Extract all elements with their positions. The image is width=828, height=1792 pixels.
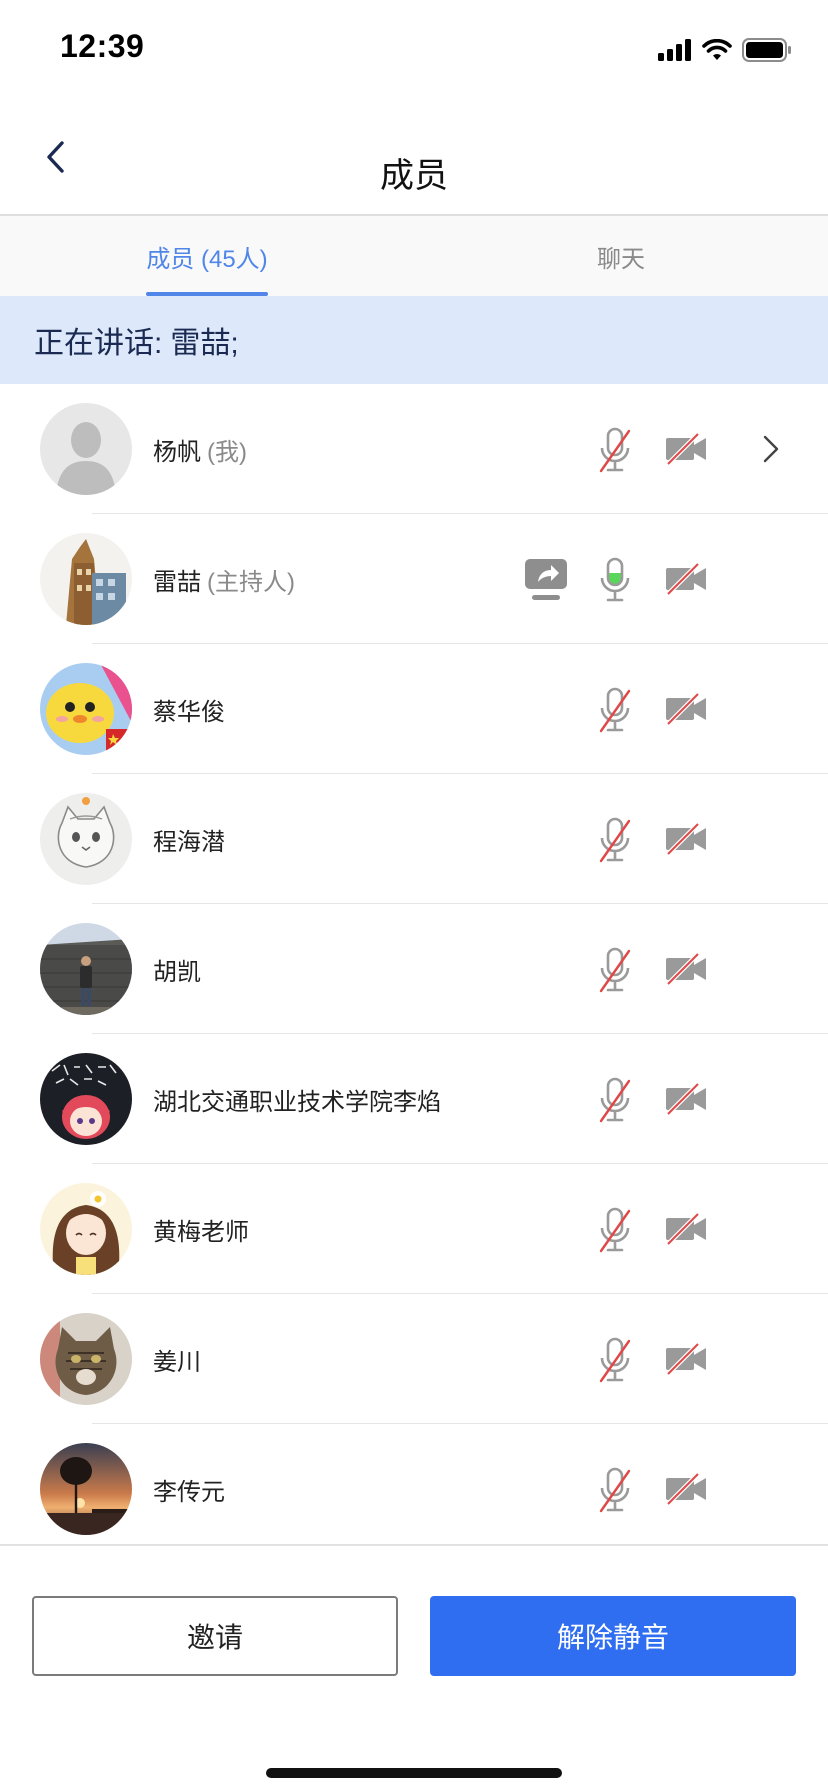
- member-name: 雷喆 (主持人): [153, 514, 295, 644]
- member-row[interactable]: 黄梅老师: [0, 1164, 828, 1294]
- member-role-tag: (主持人): [207, 568, 295, 596]
- member-name: 胡凯: [153, 904, 201, 1034]
- camera-off-icon[interactable]: [664, 822, 708, 856]
- camera-off-icon[interactable]: [664, 432, 708, 466]
- member-row[interactable]: 姜川: [0, 1294, 828, 1424]
- mic-muted-icon[interactable]: [598, 817, 632, 863]
- tab-bar: 成员 (45人) 聊天: [0, 216, 828, 296]
- default-avatar: [40, 403, 132, 495]
- camera-off-icon[interactable]: [664, 1472, 708, 1506]
- member-row[interactable]: 胡凯: [0, 904, 828, 1034]
- member-row[interactable]: 程海潜: [0, 774, 828, 904]
- camera-off-icon[interactable]: [664, 1212, 708, 1246]
- cartoon-girl-avatar: [40, 1183, 132, 1275]
- status-time: 12:39: [60, 28, 145, 64]
- invite-button[interactable]: 邀请: [32, 1596, 398, 1676]
- member-row[interactable]: 杨帆 (我): [0, 384, 828, 514]
- unmute-button[interactable]: 解除静音: [430, 1596, 796, 1676]
- member-name-text: 胡凯: [153, 958, 201, 986]
- cartoon-chick-avatar: [40, 663, 132, 755]
- page-title: 成员: [380, 157, 448, 195]
- member-name-text: 湖北交通职业技术学院李焰: [153, 1088, 441, 1116]
- member-name-text: 蔡华俊: [153, 698, 225, 726]
- member-role-tag: (我): [207, 438, 247, 466]
- mic-muted-icon[interactable]: [598, 427, 632, 473]
- member-row[interactable]: 李传元: [0, 1424, 828, 1544]
- sunset-photo-avatar: [40, 1443, 132, 1535]
- member-list: 杨帆 (我) 雷喆 (主持人) 蔡华俊 程海潜 胡凯 湖北交通职业技术学院李焰 …: [0, 384, 828, 1544]
- mic-muted-icon[interactable]: [598, 1207, 632, 1253]
- mic-muted-icon[interactable]: [598, 1077, 632, 1123]
- cat-sketch-avatar: [40, 793, 132, 885]
- mic-active-icon[interactable]: [598, 557, 632, 603]
- person-wall-photo-avatar: [40, 923, 132, 1015]
- member-name-text: 杨帆: [153, 438, 201, 466]
- member-name-text: 李传元: [153, 1478, 225, 1506]
- member-row[interactable]: 雷喆 (主持人): [0, 514, 828, 644]
- member-name-text: 黄梅老师: [153, 1218, 249, 1246]
- status-icons: [658, 36, 792, 64]
- member-name-text: 姜川: [153, 1348, 201, 1376]
- camera-off-icon[interactable]: [664, 952, 708, 986]
- member-row[interactable]: 蔡华俊: [0, 644, 828, 774]
- screen-share-icon[interactable]: [524, 555, 568, 603]
- mic-muted-icon[interactable]: [598, 947, 632, 993]
- chevron-right-icon[interactable]: [762, 434, 780, 464]
- signal-icon: [658, 39, 691, 61]
- home-indicator[interactable]: [266, 1768, 562, 1778]
- anime-girl-avatar: [40, 1053, 132, 1145]
- tab-chat[interactable]: 聊天: [414, 216, 828, 296]
- member-name: 黄梅老师: [153, 1164, 249, 1294]
- member-name-text: 雷喆: [153, 568, 201, 596]
- mic-muted-icon[interactable]: [598, 687, 632, 733]
- mic-muted-icon[interactable]: [598, 1467, 632, 1513]
- member-name: 杨帆 (我): [153, 384, 247, 514]
- camera-off-icon[interactable]: [664, 692, 708, 726]
- camera-off-icon[interactable]: [664, 1082, 708, 1116]
- speaking-banner: 正在讲话: 雷喆;: [0, 296, 828, 384]
- nav-bar: 成员: [0, 100, 828, 216]
- speaking-label: 正在讲话:: [34, 327, 163, 360]
- bottom-action-bar: 邀请 解除静音: [0, 1544, 828, 1792]
- speaking-speaker: 雷喆;: [170, 327, 239, 360]
- member-name: 姜川: [153, 1294, 201, 1424]
- member-row[interactable]: 湖北交通职业技术学院李焰: [0, 1034, 828, 1164]
- building-photo-avatar: [40, 533, 132, 625]
- status-bar: 12:39: [0, 0, 828, 100]
- battery-icon: [742, 38, 791, 62]
- tab-members[interactable]: 成员 (45人): [0, 216, 414, 296]
- cat-photo-avatar: [40, 1313, 132, 1405]
- wifi-icon: [702, 39, 732, 60]
- member-name: 程海潜: [153, 774, 225, 904]
- member-name: 李传元: [153, 1424, 225, 1544]
- member-name: 湖北交通职业技术学院李焰: [153, 1034, 441, 1164]
- member-name-text: 程海潜: [153, 828, 225, 856]
- member-name: 蔡华俊: [153, 644, 225, 774]
- mic-muted-icon[interactable]: [598, 1337, 632, 1383]
- camera-off-icon[interactable]: [664, 1342, 708, 1376]
- camera-off-icon[interactable]: [664, 562, 708, 596]
